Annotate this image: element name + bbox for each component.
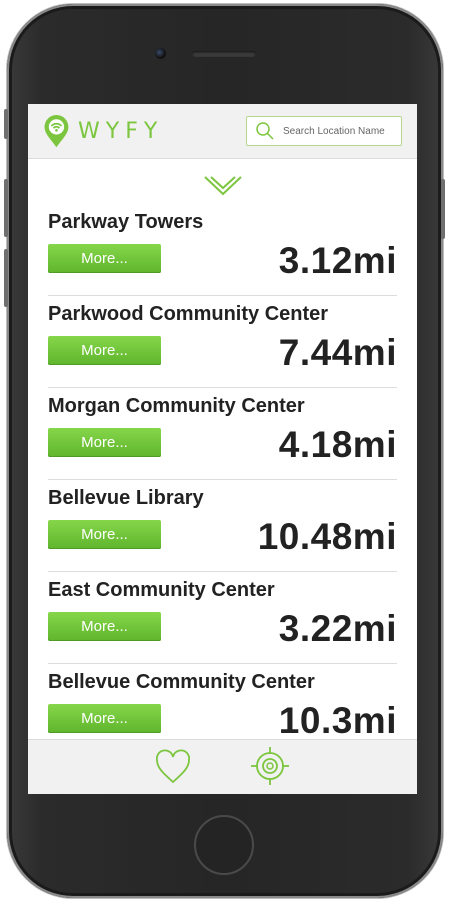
more-button[interactable]: More... [48, 612, 161, 641]
wifi-pin-logo-icon [44, 115, 69, 148]
more-button[interactable]: More... [48, 336, 161, 365]
search-icon [256, 122, 274, 140]
earpiece-speaker [192, 51, 256, 57]
power-button [441, 179, 445, 239]
bottom-nav [28, 739, 417, 794]
search-box[interactable] [246, 116, 402, 146]
app-screen: WYFY Parkway Towers More... 3.12mi Parkw… [28, 104, 417, 794]
app-brand: WYFY [78, 119, 164, 144]
search-input[interactable] [283, 123, 395, 139]
more-button[interactable]: More... [48, 428, 161, 457]
location-name: Morgan Community Center [48, 395, 305, 417]
location-item: Parkway Towers More... 3.12mi [48, 204, 397, 296]
location-distance: 3.12mi [278, 240, 397, 281]
crosshair-icon[interactable] [250, 746, 290, 786]
mute-switch [4, 109, 8, 139]
location-name: Bellevue Library [48, 487, 204, 509]
location-item: Morgan Community Center More... 4.18mi [48, 388, 397, 480]
location-distance: 10.48mi [257, 516, 397, 557]
top-bar: WYFY [28, 104, 417, 159]
location-item: East Community Center More... 3.22mi [48, 572, 397, 664]
heart-icon[interactable] [154, 749, 192, 785]
chevron-down-icon[interactable] [203, 174, 243, 198]
more-button[interactable]: More... [48, 520, 161, 549]
location-list: Parkway Towers More... 3.12mi Parkwood C… [48, 204, 397, 756]
location-distance: 10.3mi [278, 700, 397, 741]
volume-down-button [4, 249, 8, 307]
front-camera [155, 48, 166, 59]
location-distance: 4.18mi [278, 424, 397, 465]
location-name: East Community Center [48, 579, 275, 601]
location-distance: 3.22mi [278, 608, 397, 649]
location-distance: 7.44mi [278, 332, 397, 373]
location-name: Bellevue Community Center [48, 671, 315, 693]
volume-up-button [4, 179, 8, 237]
more-button[interactable]: More... [48, 704, 161, 733]
location-item: Bellevue Library More... 10.48mi [48, 480, 397, 572]
location-name: Parkwood Community Center [48, 303, 329, 325]
location-name: Parkway Towers [48, 211, 204, 233]
more-button[interactable]: More... [48, 244, 161, 273]
home-button[interactable] [194, 815, 254, 875]
location-item: Parkwood Community Center More... 7.44mi [48, 296, 397, 388]
